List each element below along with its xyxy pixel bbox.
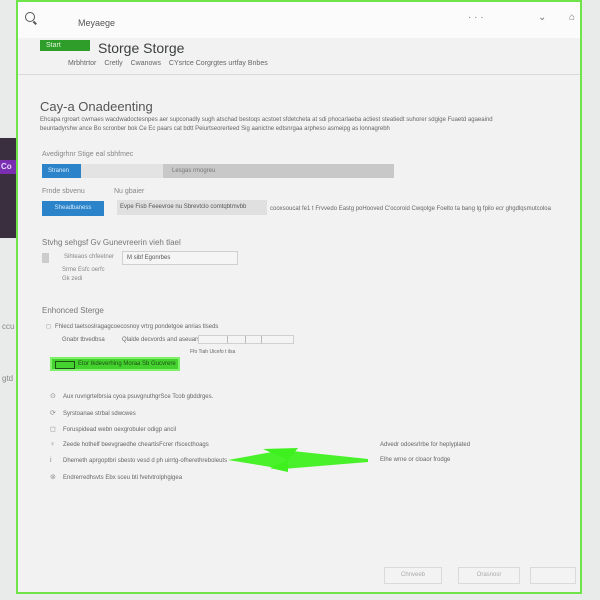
- background-purple-text: Co: [1, 162, 12, 171]
- footer-button-3[interactable]: [530, 567, 576, 584]
- background-app-panel: Co: [0, 138, 16, 238]
- footer-button-1[interactable]: Chnveeb: [384, 567, 442, 584]
- annotation-arrow: [228, 448, 368, 472]
- footer-button-2[interactable]: Orasnosr: [458, 567, 520, 584]
- background-side-text-1: ccu: [2, 322, 15, 331]
- settings-window: Meyaege · · · ⌄ ⌂ Start Storge Storge Mr…: [16, 0, 582, 594]
- background-side-text-2: gtd: [2, 374, 14, 383]
